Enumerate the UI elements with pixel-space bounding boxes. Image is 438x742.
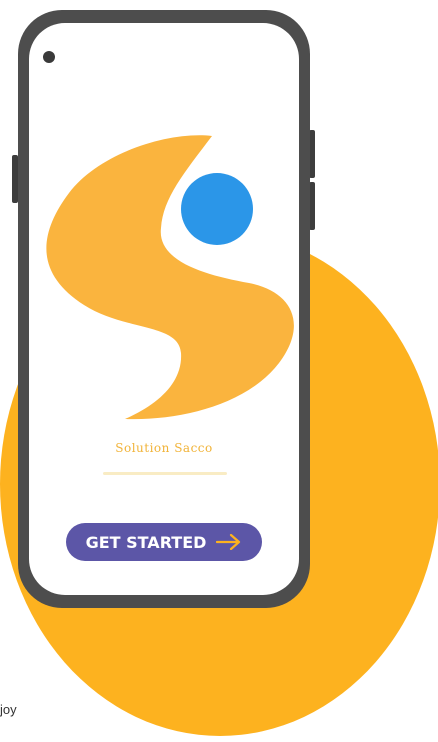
arrow-right-icon: [216, 534, 241, 550]
phone-frame: Solution Sacco GET STARTED: [18, 10, 310, 608]
solution-sacco-logo-icon: [46, 135, 294, 420]
caption-text: joy: [0, 702, 17, 717]
brand-name: Solution Sacco: [115, 441, 213, 455]
brand-tagline-faded: [103, 472, 227, 475]
get-started-label: GET STARTED: [85, 532, 207, 552]
phone-screen: Solution Sacco GET STARTED: [29, 23, 299, 595]
get-started-button[interactable]: GET STARTED: [66, 523, 262, 561]
logo-s-shape: [46, 135, 294, 420]
logo-blue-dot: [181, 173, 253, 245]
